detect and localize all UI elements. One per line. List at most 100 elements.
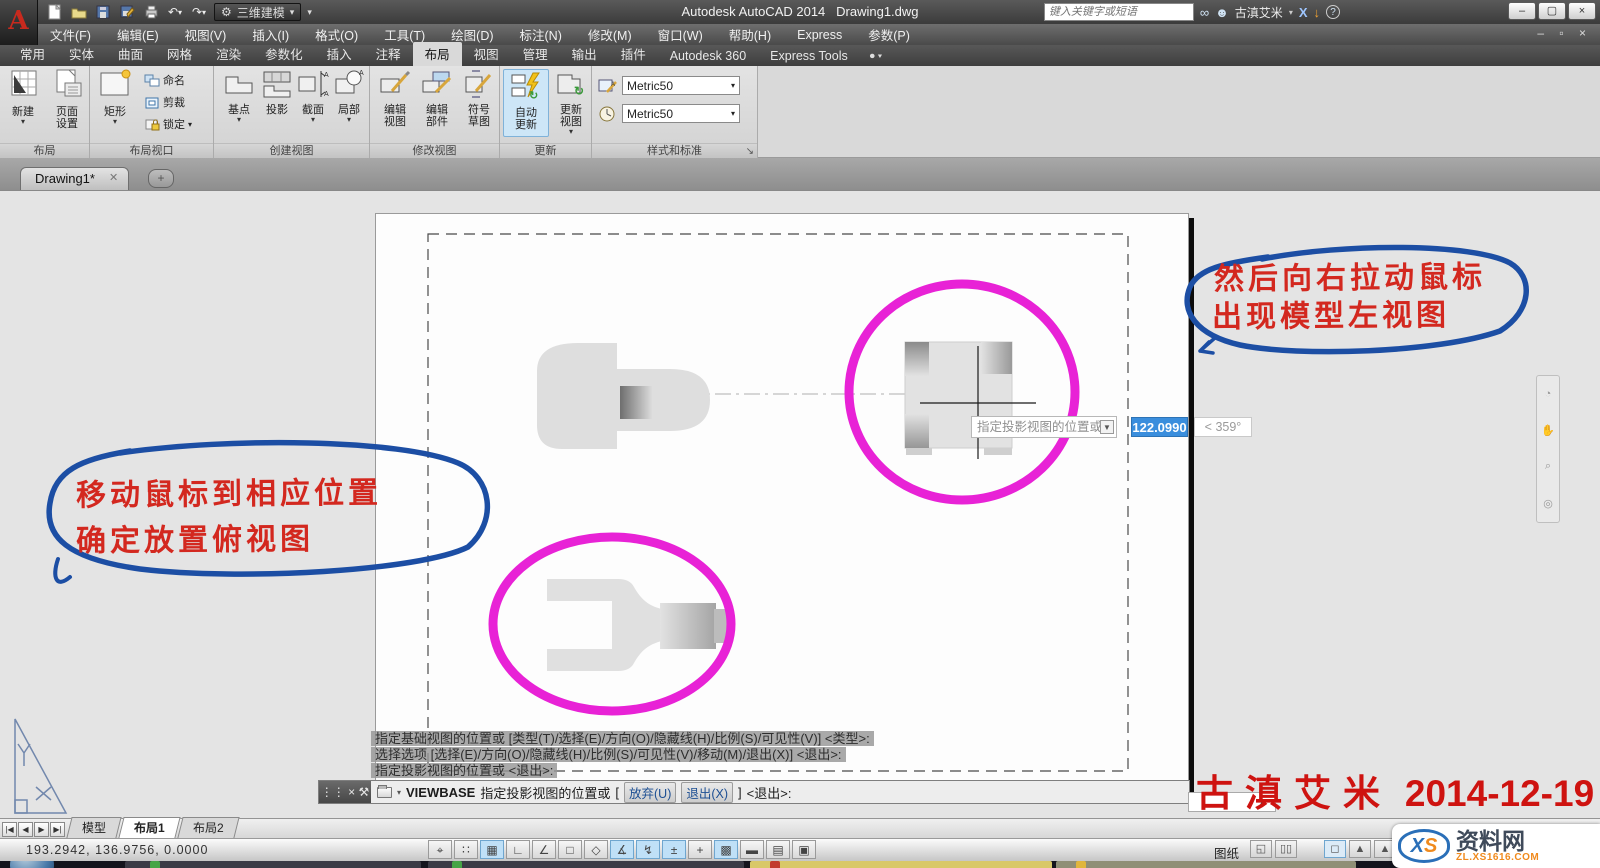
tab-surface[interactable]: 曲面 (106, 42, 155, 66)
snap-toggle[interactable]: ⌖ (428, 840, 452, 859)
navigation-bar[interactable]: ◔ ✋ ⌕ ◎ (1536, 375, 1560, 523)
ducs-toggle[interactable]: ± (662, 840, 686, 859)
pan-icon[interactable]: ✋ (1541, 424, 1555, 437)
page-setup-button[interactable]: 页面设置 (44, 69, 90, 130)
tab-manage[interactable]: 管理 (511, 42, 560, 66)
transparency-toggle[interactable]: ▩ (714, 840, 738, 859)
tab-mesh[interactable]: 网格 (155, 42, 204, 66)
first-tab-button[interactable]: |◀ (2, 822, 17, 837)
minimize-button[interactable]: – (1508, 2, 1536, 20)
panel-title-create-view[interactable]: 创建视图 (214, 143, 369, 158)
viewport-named-button[interactable]: 命名 (144, 72, 185, 88)
drawing-canvas[interactable]: 移动鼠标到相应位置 确定放置俯视图 然后向右拉动鼠标 出现模型左视图 指定投影视… (0, 190, 1600, 818)
dyn-input-angle-field[interactable]: < 359° (1194, 417, 1252, 437)
taskbar-app-3[interactable] (750, 861, 1052, 868)
dyn-ucs-toggle[interactable]: ↯ (636, 840, 660, 859)
quick-properties-toggle[interactable]: ▤ (766, 840, 790, 859)
tab-output[interactable]: 输出 (560, 42, 609, 66)
panel-title-update[interactable]: 更新 (500, 143, 591, 158)
otrack-toggle[interactable]: ∡ (610, 840, 634, 859)
tab-home[interactable]: 常用 (8, 42, 57, 66)
command-line-dock[interactable]: ⋮⋮ × ⚒ ▾ VIEWBASE 指定投影视图的位置或 [ 放弃(U) 退出(… (318, 780, 1190, 804)
tab-view[interactable]: 视图 (462, 42, 511, 66)
tab-autodesk360[interactable]: Autodesk 360 (658, 47, 758, 66)
layout1-tab[interactable]: 布局1 (118, 817, 180, 838)
tab-insert[interactable]: 插入 (315, 42, 364, 66)
zoom-icon[interactable]: ⌕ (1545, 460, 1551, 473)
osnap3d-toggle[interactable]: ◇ (584, 840, 608, 859)
panel-title-modify-view[interactable]: 修改视图 (370, 143, 499, 158)
menu-parametric[interactable]: 参数(P) (868, 25, 910, 44)
auto-update-button[interactable]: ↻ 自动更新 (503, 69, 549, 137)
viewport-clip-button[interactable]: 剪裁 (144, 94, 185, 110)
communication-center-icon[interactable]: ↓ (1314, 5, 1321, 20)
prev-tab-button[interactable]: ◀ (18, 822, 33, 837)
paper-model-button[interactable]: 图纸 (1214, 843, 1239, 862)
command-option-undo[interactable]: 放弃(U) (624, 782, 676, 803)
drawing-tab[interactable]: Drawing1* ✕ (20, 167, 129, 190)
quick-view-layouts-icon[interactable]: ◱ (1250, 840, 1272, 858)
recent-commands-icon[interactable] (377, 787, 392, 798)
dock-wrench-icon[interactable]: ⚒ (359, 785, 370, 799)
tab-plugins[interactable]: 插件 (609, 42, 658, 66)
exchange-apps-icon[interactable]: X (1299, 5, 1308, 20)
tab-solid[interactable]: 实体 (57, 42, 106, 66)
start-button[interactable] (10, 861, 54, 868)
document-window-controls[interactable]: ‒ ▫ × (1537, 26, 1592, 40)
viewport-rect-button[interactable]: 矩形▾ (92, 69, 138, 125)
next-tab-button[interactable]: ▶ (34, 822, 49, 837)
dyn-options-icon[interactable]: ▼ (1100, 420, 1114, 434)
last-tab-button[interactable]: ▶| (50, 822, 65, 837)
restore-button[interactable]: ▢ (1538, 2, 1566, 20)
osnap-toggle[interactable]: □ (558, 840, 582, 859)
symbol-sketch-button[interactable]: 符号草图 (456, 69, 502, 128)
signin-user[interactable]: 古滇艾米 (1235, 4, 1283, 21)
tab-annotate[interactable]: 注释 (364, 42, 413, 66)
viewport-maximize-icon[interactable]: ◻ (1324, 840, 1346, 858)
tab-layout[interactable]: 布局 (413, 42, 462, 66)
taskbar-app-2[interactable] (428, 861, 744, 868)
model-tab[interactable]: 模型 (66, 817, 121, 838)
grid-dots-toggle[interactable]: ∷ (454, 840, 478, 859)
layout2-tab[interactable]: 布局2 (177, 817, 239, 838)
tab-parametric[interactable]: 参数化 (253, 42, 315, 66)
update-view-button[interactable]: ↻ 更新视图▾ (548, 69, 594, 135)
dyn-input-distance-field[interactable]: 122.0990 (1131, 417, 1188, 437)
taskbar-app-4[interactable] (1056, 861, 1356, 868)
dyn-input-toggle[interactable]: + (688, 840, 712, 859)
close-button[interactable]: × (1568, 2, 1596, 20)
search-icon[interactable]: ∞ (1200, 5, 1209, 20)
command-option-exit[interactable]: 退出(X) (681, 782, 733, 803)
new-layout-button[interactable]: 新建▾ (0, 69, 46, 125)
menu-help[interactable]: 帮助(H) (729, 25, 771, 44)
ribbon-options-icon[interactable]: ⏺ ▾ (870, 51, 883, 66)
panel-title-styles[interactable]: 样式和标准 (592, 143, 757, 158)
navwheel-icon[interactable]: ◔ (1545, 388, 1552, 400)
edit-view-button[interactable]: 编辑视图 (372, 69, 418, 128)
selection-cycling-toggle[interactable]: ▣ (792, 840, 816, 859)
quick-view-drawings-icon[interactable]: ▯▯ (1275, 840, 1297, 858)
panel-title-viewports[interactable]: 布局视口 (90, 143, 213, 158)
application-menu-button[interactable]: A (0, 0, 38, 45)
tab-express-tools[interactable]: Express Tools (758, 47, 860, 66)
command-input-area[interactable]: ▾ VIEWBASE 指定投影视图的位置或 [ 放弃(U) 退出(X) ] <退… (371, 781, 1189, 803)
user-menu-icon[interactable]: ▾ (1289, 8, 1293, 17)
search-input[interactable] (1044, 3, 1194, 21)
lineweight-toggle[interactable]: ▬ (740, 840, 764, 859)
help-icon[interactable]: ? (1326, 5, 1340, 19)
tab-render[interactable]: 渲染 (204, 42, 253, 66)
edit-components-button[interactable]: 编辑部件 (414, 69, 460, 128)
panel-expander-icon[interactable]: ↘ (746, 146, 754, 157)
tab-close-icon[interactable]: ✕ (109, 171, 118, 190)
polar-toggle[interactable]: ∠ (532, 840, 556, 859)
dock-grip-icon[interactable]: ⋮⋮ (321, 785, 345, 799)
new-drawing-tab-button[interactable]: + (148, 169, 174, 188)
grid-toggle[interactable]: ▦ (480, 840, 504, 859)
standard-style-combo[interactable]: Metric50▾ (622, 104, 740, 123)
viewport-lock-button[interactable]: 锁定 ▾ (144, 116, 192, 132)
panel-title-layout[interactable]: 布局 (0, 143, 89, 158)
menu-window[interactable]: 窗口(W) (658, 25, 703, 44)
view-style-combo[interactable]: Metric50▾ (622, 76, 740, 95)
ortho-toggle[interactable]: ∟ (506, 840, 530, 859)
detail-view-button[interactable]: A 局部▾ (326, 69, 372, 123)
